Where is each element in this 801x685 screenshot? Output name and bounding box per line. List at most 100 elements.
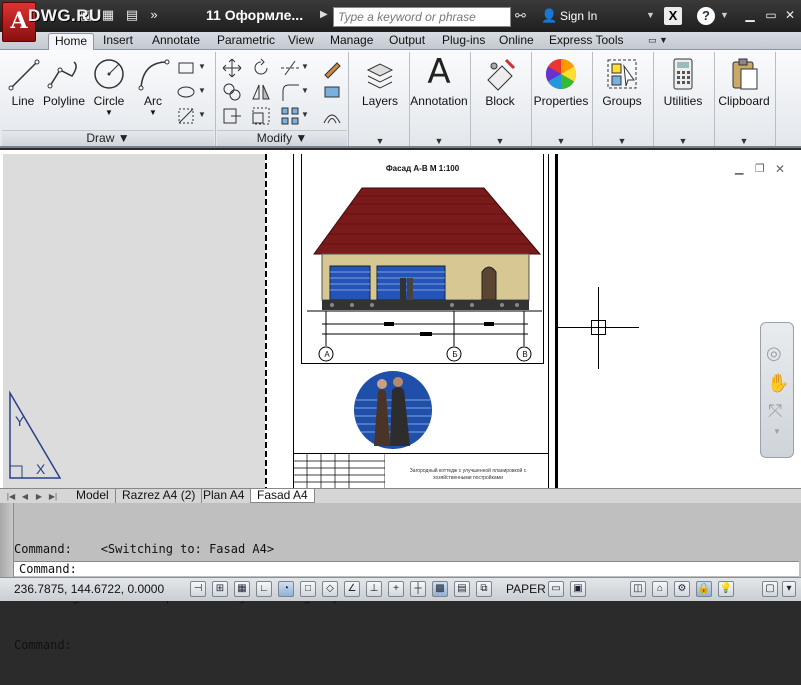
toolbar-lock-icon[interactable]: 🔒 xyxy=(696,581,712,597)
chevron-down-icon[interactable]: ▼ xyxy=(130,108,176,117)
quick-view-drawings-icon[interactable]: ▣ xyxy=(570,581,586,597)
chevron-down-icon[interactable]: ▼ xyxy=(646,10,655,20)
chevron-down-icon[interactable]: ▼ xyxy=(351,136,409,146)
explode-icon[interactable] xyxy=(320,80,342,102)
tab-razrez-a4-2[interactable]: Razrez A4 (2) xyxy=(116,489,203,503)
move-icon[interactable] xyxy=(220,56,242,78)
rectangle-icon[interactable] xyxy=(174,56,196,78)
rotate-icon[interactable] xyxy=(249,56,271,78)
block-tool[interactable]: Block ▼ xyxy=(471,54,529,146)
minimize-icon[interactable]: ▁ xyxy=(742,7,758,23)
ortho-mode-icon[interactable]: ∟ xyxy=(256,581,272,597)
transparency-icon[interactable]: ▩ xyxy=(432,581,448,597)
polar-tracking-icon[interactable]: ◔ xyxy=(278,581,294,597)
3d-object-snap-icon[interactable]: ◇ xyxy=(322,581,338,597)
scale-icon[interactable] xyxy=(249,104,271,126)
draw-panel-title[interactable]: Draw ▼ xyxy=(2,130,214,146)
tab-insert[interactable]: Insert xyxy=(97,33,139,50)
close-icon[interactable]: ✕ xyxy=(775,162,785,176)
chevron-down-icon[interactable]: ▼ xyxy=(654,136,712,146)
chevron-down-icon[interactable]: ▼ xyxy=(715,136,773,146)
search-input[interactable]: Type a keyword or phrase xyxy=(333,7,511,27)
command-line-grip[interactable] xyxy=(0,503,14,577)
lineweight-icon[interactable]: ┼ xyxy=(410,581,426,597)
chevron-down-icon[interactable]: ▼ xyxy=(301,56,309,78)
object-snap-icon[interactable]: □ xyxy=(300,581,316,597)
dynamic-ucs-icon[interactable]: ⊥ xyxy=(366,581,382,597)
sign-in-button[interactable]: Sign In xyxy=(560,9,597,23)
chevron-down-icon[interactable]: ▼ xyxy=(198,80,206,102)
user-icon[interactable]: 👤 xyxy=(541,8,557,24)
tab-model[interactable]: Model xyxy=(70,489,116,503)
chevron-down-icon[interactable]: ▼ xyxy=(301,80,309,102)
more-commands-icon[interactable]: » xyxy=(146,7,162,23)
groups-tool[interactable]: Groups ▼ xyxy=(593,54,651,146)
tab-express-tools[interactable]: Express Tools xyxy=(543,33,629,50)
next-tab-icon[interactable]: ▶ xyxy=(34,491,44,502)
tab-annotate[interactable]: Annotate xyxy=(146,33,206,50)
zoom-icon[interactable]: ⤧ xyxy=(768,401,782,422)
binoculars-icon[interactable]: ⚯ xyxy=(515,8,526,24)
chevron-down-icon[interactable]: ▼ xyxy=(198,104,206,126)
arc-tool[interactable]: Arc ▼ xyxy=(130,54,176,128)
first-tab-icon[interactable]: |◀ xyxy=(6,491,16,502)
tab-parametric[interactable]: Parametric xyxy=(211,33,281,50)
utilities-tool[interactable]: Utilities ▼ xyxy=(654,54,712,146)
tab-manage[interactable]: Manage xyxy=(324,33,379,50)
tab-fasad-a4[interactable]: Fasad A4 xyxy=(250,489,315,503)
selection-cycling-icon[interactable]: ⧉ xyxy=(476,581,492,597)
clipboard-tool[interactable]: Clipboard ▼ xyxy=(715,54,773,146)
paper-space-toggle[interactable]: PAPER xyxy=(506,582,546,596)
chevron-down-icon[interactable]: ▼ xyxy=(720,10,729,20)
chevron-down-icon[interactable]: ▼ xyxy=(593,136,651,146)
facade-viewport[interactable]: Фасад А-В М 1:100 А Б В xyxy=(301,154,544,364)
workspace-switching-icon[interactable]: ⚙ xyxy=(674,581,690,597)
maximize-icon[interactable]: ▭ xyxy=(763,7,779,23)
mirror-icon[interactable] xyxy=(249,80,271,102)
minimize-icon[interactable]: ▁ xyxy=(735,162,743,175)
save-icon[interactable]: ▦ xyxy=(100,7,116,23)
copy-icon[interactable] xyxy=(220,80,242,102)
chevron-down-icon[interactable]: ▼ xyxy=(773,427,781,436)
restore-icon[interactable]: ❐ xyxy=(755,162,765,175)
polyline-tool[interactable]: Polyline xyxy=(40,54,88,128)
tab-view[interactable]: View xyxy=(282,33,320,50)
help-icon[interactable]: ? xyxy=(697,7,715,25)
chevron-right-icon[interactable]: ▶ xyxy=(320,9,328,20)
previous-tab-icon[interactable]: ◀ xyxy=(20,491,30,502)
array-icon[interactable] xyxy=(278,104,300,126)
pan-hand-icon[interactable]: ✋ xyxy=(767,373,789,394)
last-tab-icon[interactable]: ▶| xyxy=(48,491,58,502)
tab-home[interactable]: Home xyxy=(48,33,95,50)
status-menu-icon[interactable]: ▾ xyxy=(782,581,796,597)
tab-plan-a4[interactable]: Plan A4 xyxy=(197,489,252,503)
properties-tool[interactable]: Properties ▼ xyxy=(532,54,590,146)
ribbon-minimize-button[interactable]: ▭ ▼ xyxy=(648,35,672,47)
command-input[interactable]: Command: xyxy=(14,561,799,576)
clean-screen-icon[interactable]: ▢ xyxy=(762,581,778,597)
quick-view-layouts-icon[interactable]: ▭ xyxy=(548,581,564,597)
layers-tool[interactable]: Layers ▼ xyxy=(351,54,409,146)
quick-properties-icon[interactable]: ▤ xyxy=(454,581,470,597)
stretch-icon[interactable] xyxy=(220,104,242,126)
chevron-down-icon[interactable]: ▼ xyxy=(198,56,206,78)
circle-tool[interactable]: Circle ▼ xyxy=(84,54,134,128)
tab-plug-ins[interactable]: Plug-ins xyxy=(436,33,491,50)
grid-display-icon[interactable]: ▦ xyxy=(234,581,250,597)
snap-mode-icon[interactable]: ⊞ xyxy=(212,581,228,597)
trim-icon[interactable] xyxy=(278,56,300,78)
maximize-viewport-icon[interactable]: ◫ xyxy=(630,581,646,597)
tab-online[interactable]: Online xyxy=(493,33,540,50)
chevron-down-icon[interactable]: ▼ xyxy=(532,136,590,146)
hatch-icon[interactable] xyxy=(174,104,196,126)
exchange-icon[interactable]: X xyxy=(664,7,682,25)
chevron-down-icon[interactable]: ▼ xyxy=(84,108,134,117)
close-icon[interactable]: ✕ xyxy=(782,7,798,23)
ellipse-icon[interactable] xyxy=(174,80,196,102)
isolate-objects-icon[interactable]: 💡 xyxy=(718,581,734,597)
chevron-down-icon[interactable]: ▼ xyxy=(410,136,468,146)
modify-panel-title[interactable]: Modify ▼ xyxy=(217,130,347,146)
chevron-down-icon[interactable]: ▼ xyxy=(471,136,529,146)
dynamic-input-icon[interactable]: + xyxy=(388,581,404,597)
tab-output[interactable]: Output xyxy=(383,33,431,50)
